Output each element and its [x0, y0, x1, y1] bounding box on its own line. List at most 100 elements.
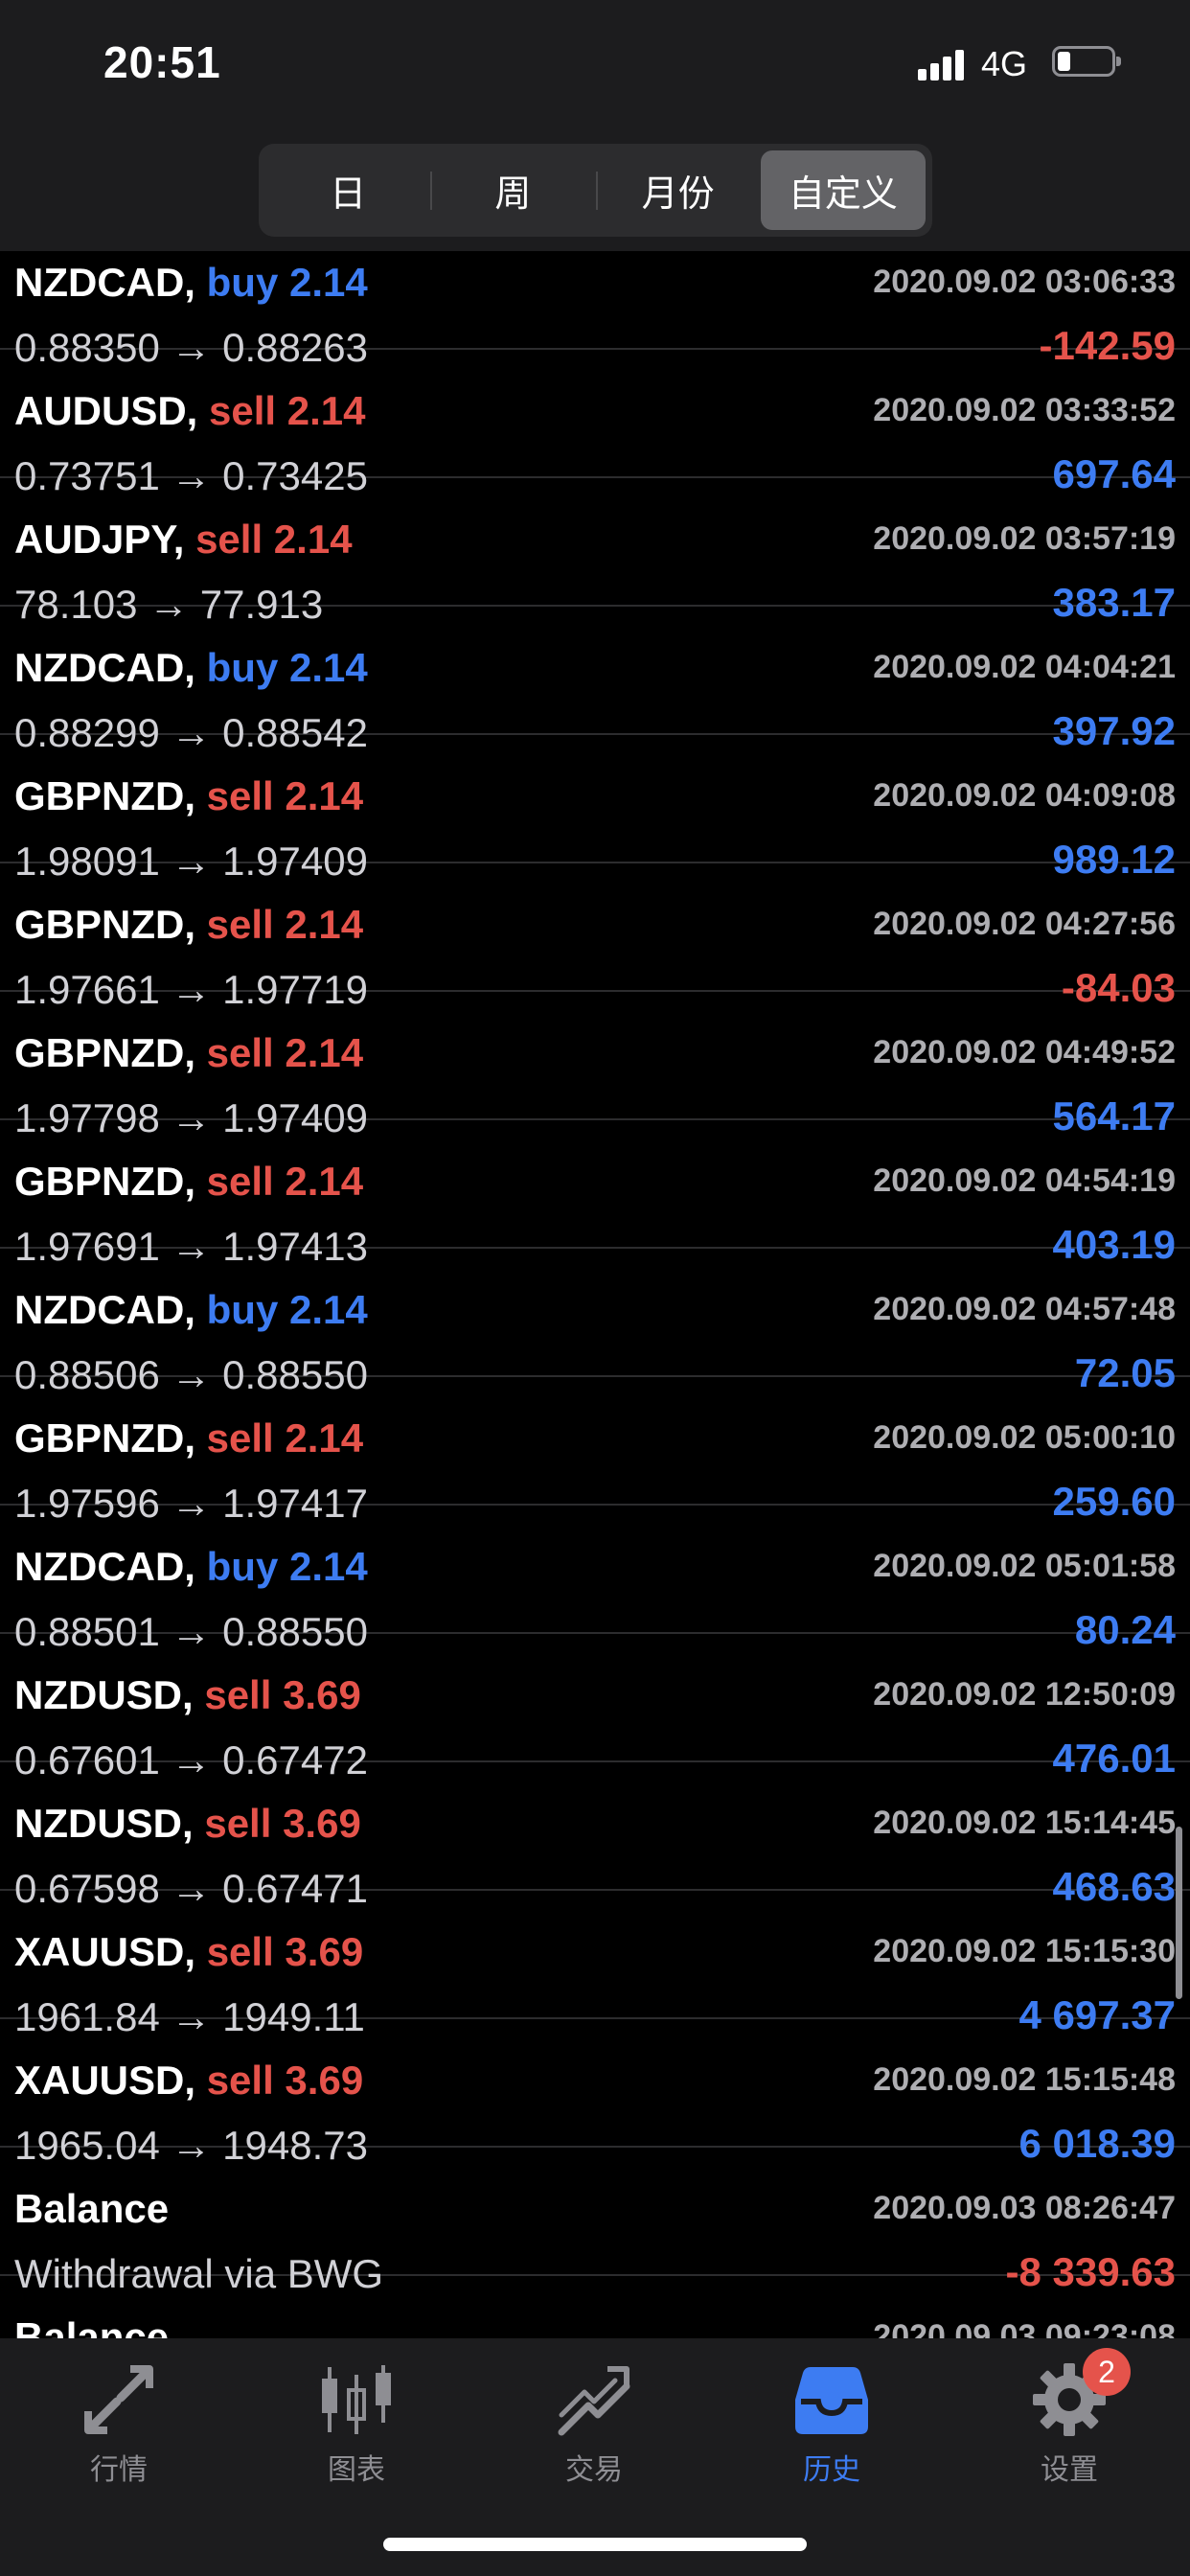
tab-history-label: 历史 — [803, 2454, 860, 2486]
trade-row[interactable]: GBPNZD, sell 2.14 2020.09.02 04:49:52 1.97… — [0, 992, 1190, 1140]
history-inbox-icon — [793, 2361, 870, 2438]
trade-side-volume: sell 2.14 — [206, 902, 364, 947]
trade-row[interactable]: NZDUSD, sell 3.69 2020.09.02 12:50:09 0.67… — [0, 1634, 1190, 1782]
trade-symbol: NZDUSD, — [14, 1801, 194, 1846]
trade-title: NZDCAD, buy 2.14 — [14, 645, 368, 691]
trade-time: 2020.09.02 03:06:33 — [873, 264, 1176, 300]
trade-side-volume: sell 2.14 — [206, 1030, 364, 1075]
trade-row[interactable]: GBPNZD, sell 2.14 2020.09.02 04:27:56 1.97… — [0, 863, 1190, 1012]
tab-history[interactable]: 历史 — [713, 2361, 950, 2496]
trade-side-volume: sell 3.69 — [206, 2058, 364, 2103]
trade-symbol: GBPNZD, — [14, 1030, 195, 1075]
trade-title: GBPNZD, sell 2.14 — [14, 1415, 363, 1461]
network-type: 4G — [981, 44, 1028, 83]
trade-time: 2020.09.02 15:15:30 — [873, 1933, 1176, 1969]
home-indicator[interactable] — [383, 2538, 807, 2551]
trade-symbol: GBPNZD, — [14, 1415, 195, 1460]
trade-side-volume: sell 3.69 — [206, 1929, 364, 1974]
trade-symbol: GBPNZD, — [14, 902, 195, 947]
trade-time: 2020.09.02 12:50:09 — [873, 1676, 1176, 1713]
trade-time: 2020.09.03 08:26:47 — [873, 2190, 1176, 2226]
trade-side-volume: buy 2.14 — [206, 1544, 368, 1589]
trade-row[interactable]: GBPNZD, sell 2.14 2020.09.02 04:09:08 1.98… — [0, 735, 1190, 884]
trade-title: AUDUSD, sell 2.14 — [14, 388, 365, 434]
trade-side-volume: sell 2.14 — [206, 1415, 364, 1460]
tab-trade[interactable]: 交易 — [475, 2361, 713, 2496]
trade-title: GBPNZD, sell 2.14 — [14, 1030, 363, 1076]
trade-symbol: AUDJPY, — [14, 517, 185, 562]
trade-title: NZDCAD, buy 2.14 — [14, 1544, 368, 1590]
trade-symbol: AUDUSD, — [14, 388, 198, 433]
trade-side-volume: sell 3.69 — [204, 1801, 361, 1846]
trade-side-volume: buy 2.14 — [206, 645, 368, 690]
trade-side-volume: sell 3.69 — [204, 1672, 361, 1717]
trade-time: 2020.09.02 04:57:48 — [873, 1291, 1176, 1327]
trade-symbol: NZDCAD, — [14, 645, 195, 690]
trade-trend-icon — [556, 2361, 632, 2438]
trade-title: NZDUSD, sell 3.69 — [14, 1801, 361, 1847]
trade-title: NZDCAD, buy 2.14 — [14, 260, 368, 306]
trade-row[interactable]: GBPNZD, sell 2.14 2020.09.02 05:00:10 1.97… — [0, 1377, 1190, 1526]
trade-row[interactable]: NZDUSD, sell 3.69 2020.09.02 15:14:45 0.67… — [0, 1762, 1190, 1911]
trade-side-volume: sell 2.14 — [206, 773, 364, 818]
quotes-arrows-icon — [80, 2361, 157, 2438]
trade-symbol: NZDUSD, — [14, 1672, 194, 1717]
trade-side-volume: sell 2.14 — [209, 388, 366, 433]
tab-charts[interactable]: 图表 — [238, 2361, 475, 2496]
trade-title: XAUUSD, sell 3.69 — [14, 1929, 363, 1975]
header: 20:51 4G 日 周 月份 自定义 — [0, 0, 1190, 251]
trade-title: XAUUSD, sell 3.69 — [14, 2058, 363, 2104]
segment-month[interactable]: 月份 — [595, 150, 761, 230]
trade-title: GBPNZD, sell 2.14 — [14, 773, 363, 819]
trade-row[interactable]: AUDUSD, sell 2.14 2020.09.02 03:33:52 0.73… — [0, 350, 1190, 498]
trade-title: NZDUSD, sell 3.69 — [14, 1672, 361, 1718]
trade-symbol: NZDCAD, — [14, 260, 195, 305]
trade-symbol: NZDCAD, — [14, 1544, 195, 1589]
scroll-indicator[interactable] — [1176, 1827, 1182, 1999]
trade-time: 2020.09.02 03:57:19 — [873, 520, 1176, 557]
segment-week[interactable]: 周 — [430, 150, 595, 230]
tab-settings-label: 设置 — [1041, 2454, 1098, 2486]
period-segmented-control: 日 周 月份 自定义 — [259, 144, 932, 237]
trade-time: 2020.09.02 15:15:48 — [873, 2061, 1176, 2098]
trade-row[interactable]: NZDCAD, buy 2.14 2020.09.02 04:57:48 0.885… — [0, 1249, 1190, 1397]
trade-time: 2020.09.02 03:33:52 — [873, 392, 1176, 428]
trade-symbol: Balance — [14, 2186, 170, 2231]
trade-row[interactable]: XAUUSD, sell 3.69 2020.09.02 15:15:48 1965… — [0, 2019, 1190, 2168]
trade-side-volume: buy 2.14 — [206, 260, 368, 305]
trade-time: 2020.09.02 04:09:08 — [873, 777, 1176, 814]
trade-row[interactable]: NZDCAD, buy 2.14 2020.09.02 04:04:21 0.882… — [0, 607, 1190, 755]
trade-row[interactable]: XAUUSD, sell 3.69 2020.09.02 15:15:30 1961… — [0, 1891, 1190, 2039]
trade-side-volume: buy 2.14 — [206, 1287, 368, 1332]
trade-row[interactable]: AUDJPY, sell 2.14 2020.09.02 03:57:19 78.1… — [0, 478, 1190, 627]
trade-symbol: XAUUSD, — [14, 1929, 196, 1974]
battery-icon — [1052, 46, 1121, 77]
gear-icon: 2 — [1031, 2348, 1131, 2438]
trade-title: NZDCAD, buy 2.14 — [14, 1287, 368, 1333]
trade-time: 2020.09.02 15:14:45 — [873, 1805, 1176, 1841]
candlestick-chart-icon — [318, 2361, 395, 2438]
history-list[interactable]: NZDCAD, buy 2.14 2020.09.02 03:06:33 0.883… — [0, 221, 1190, 2404]
settings-badge: 2 — [1083, 2348, 1131, 2396]
trade-symbol: GBPNZD, — [14, 1159, 195, 1204]
trade-title: Balance — [14, 2186, 169, 2232]
cellular-signal-icon — [918, 48, 966, 80]
trade-time: 2020.09.02 04:27:56 — [873, 906, 1176, 942]
trade-time: 2020.09.02 04:54:19 — [873, 1162, 1176, 1199]
status-time: 20:51 — [103, 37, 221, 87]
tab-settings[interactable]: 2 设置 — [950, 2348, 1188, 2496]
tab-charts-label: 图表 — [328, 2454, 385, 2486]
trade-symbol: GBPNZD, — [14, 773, 195, 818]
trade-side-volume: sell 2.14 — [195, 517, 353, 562]
segment-day[interactable]: 日 — [265, 150, 430, 230]
trade-time: 2020.09.02 04:49:52 — [873, 1034, 1176, 1070]
trade-row[interactable]: Balance 2020.09.03 08:26:47 Withdrawal via… — [0, 2148, 1190, 2296]
segment-custom[interactable]: 自定义 — [760, 150, 926, 230]
tab-quotes[interactable]: 行情 — [0, 2361, 238, 2496]
trade-title: GBPNZD, sell 2.14 — [14, 902, 363, 948]
trade-row[interactable]: NZDCAD, buy 2.14 2020.09.02 05:01:58 0.885… — [0, 1506, 1190, 1654]
trade-symbol: XAUUSD, — [14, 2058, 196, 2103]
tab-trade-label: 交易 — [565, 2454, 623, 2486]
trade-symbol: NZDCAD, — [14, 1287, 195, 1332]
trade-row[interactable]: GBPNZD, sell 2.14 2020.09.02 04:54:19 1.97… — [0, 1120, 1190, 1269]
